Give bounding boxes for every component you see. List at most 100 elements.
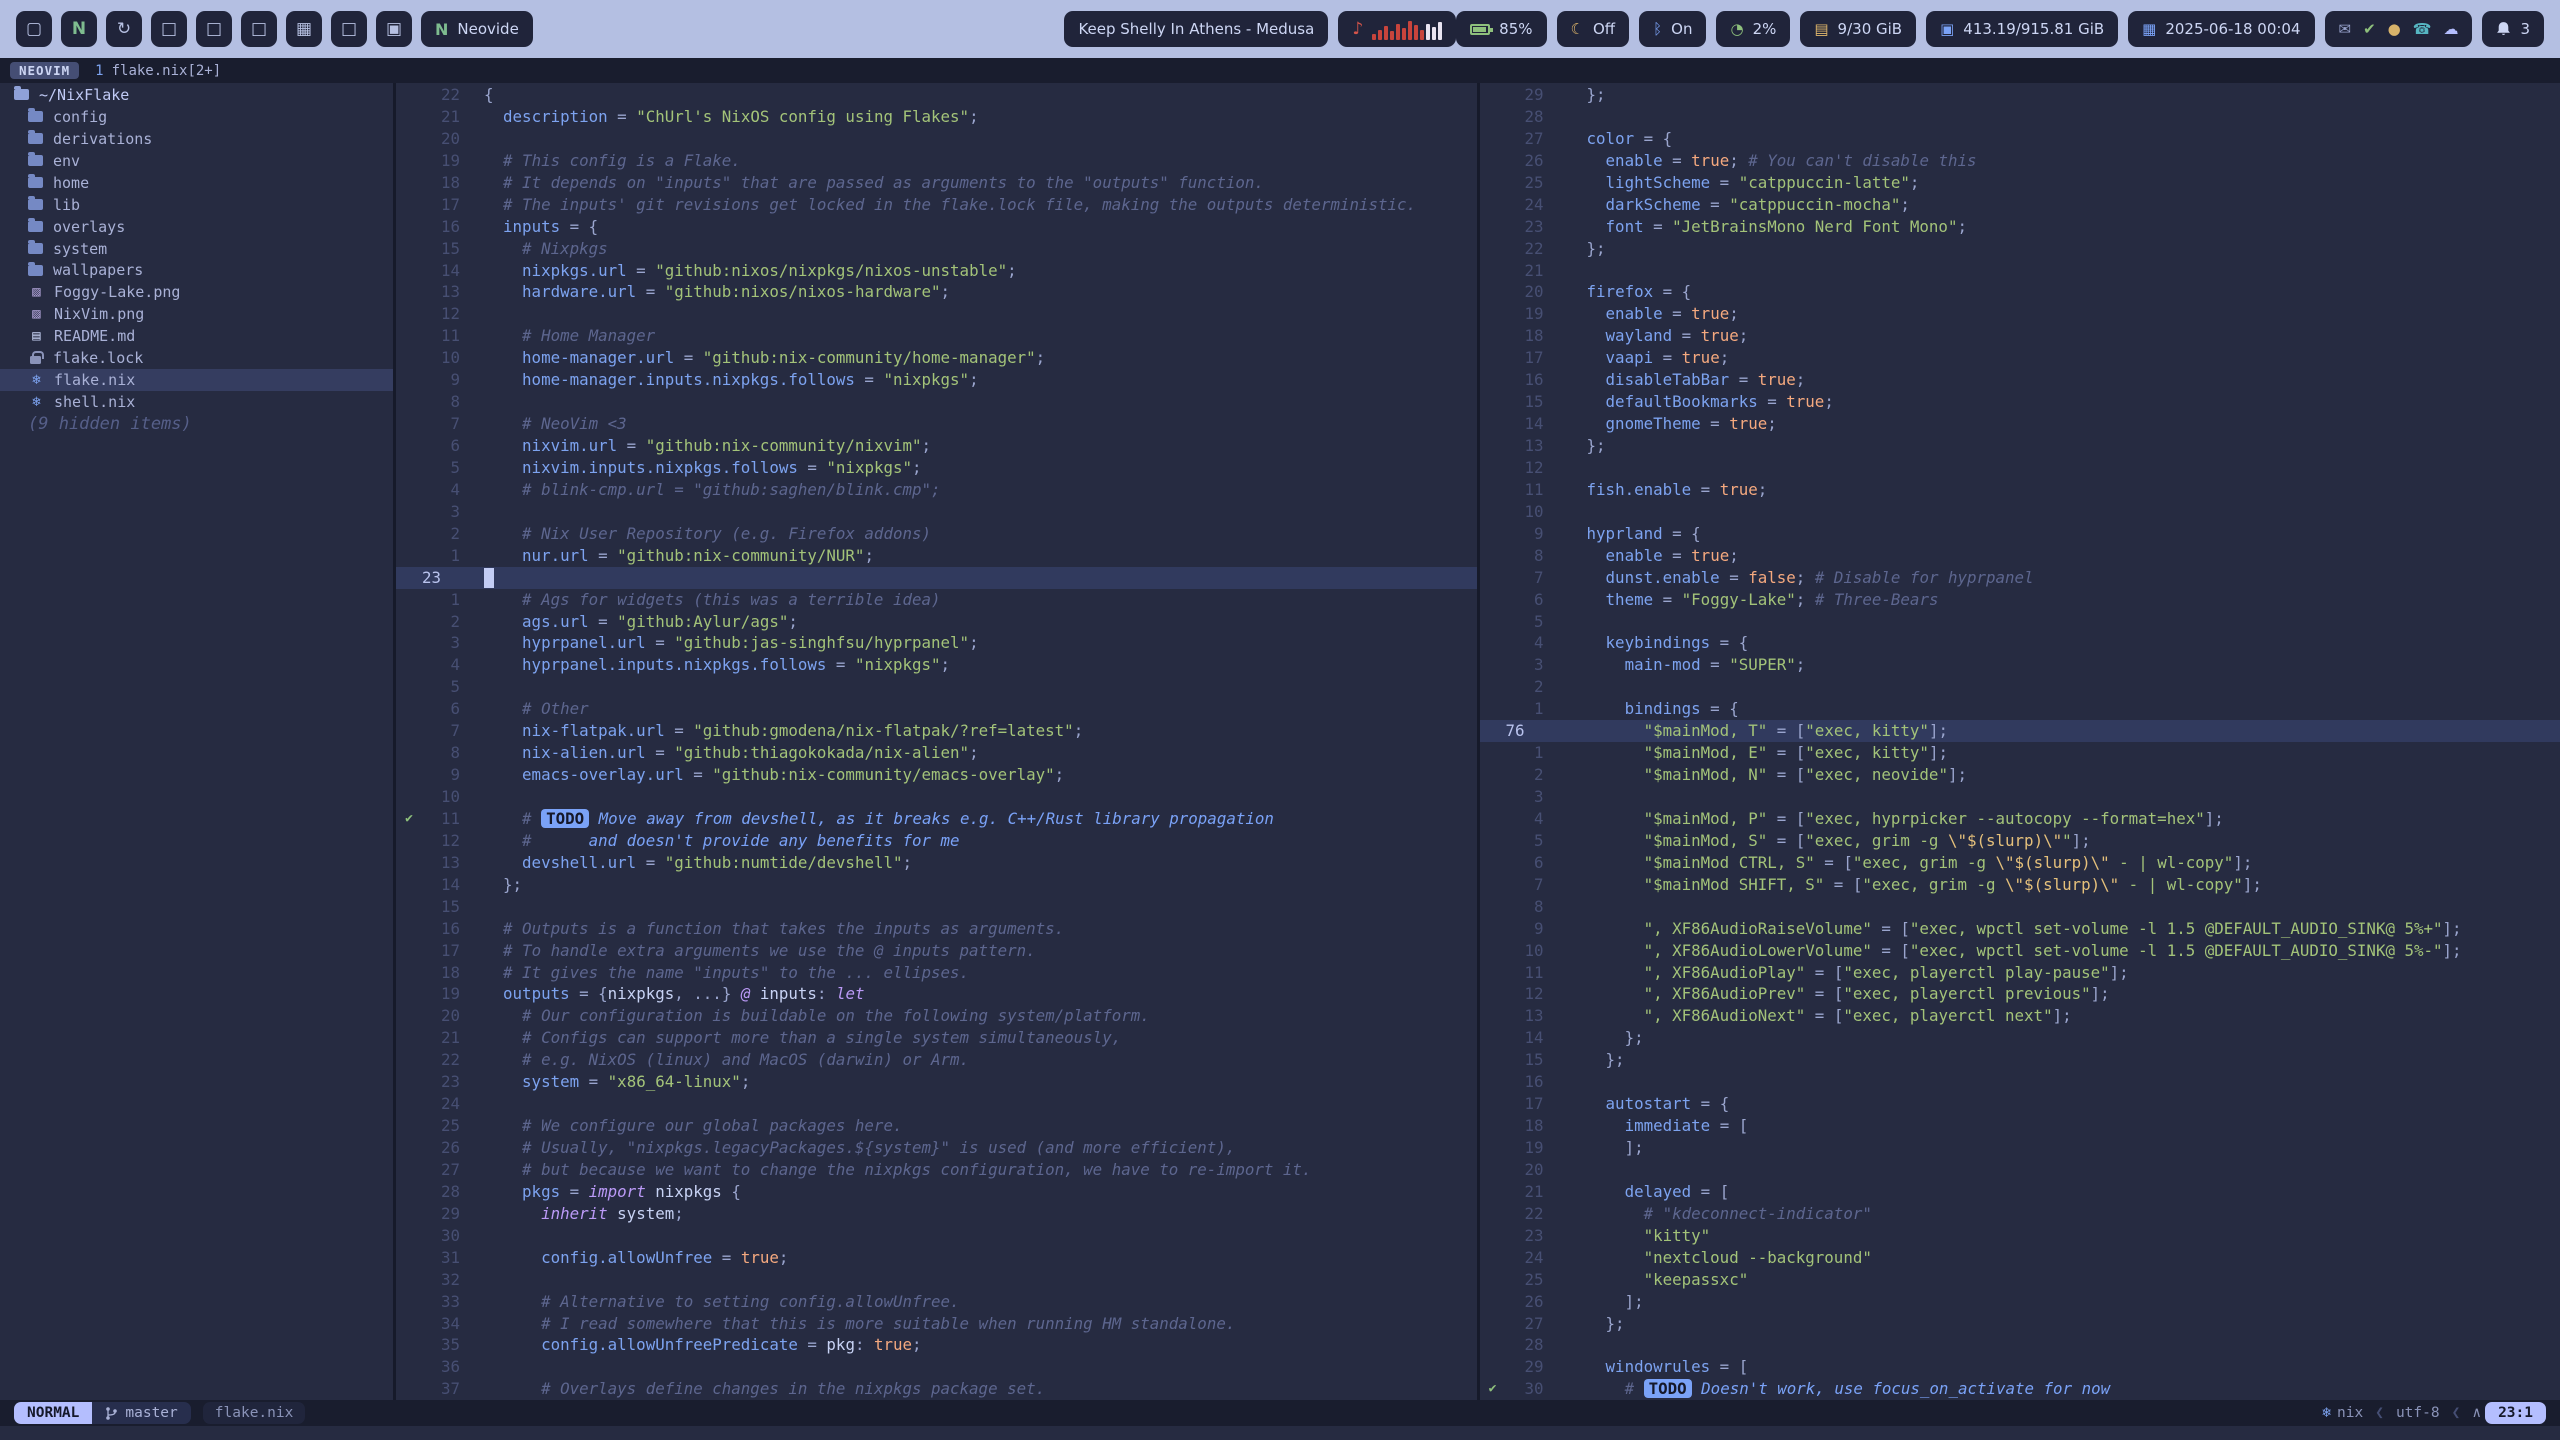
workspace-refresh-icon[interactable]: ↻ <box>106 11 142 47</box>
left-code-line[interactable]: 22{ <box>396 84 1477 106</box>
right-code-line[interactable]: 23 font = "JetBrainsMono Nerd Font Mono"… <box>1480 216 2560 238</box>
right-code-line[interactable]: 6 "$mainMod CTRL, S" = ["exec, grim -g \… <box>1480 852 2560 874</box>
clock-module[interactable]: ▦ 2025-06-18 00:04 <box>2128 11 2314 47</box>
right-code-line[interactable]: 25 lightScheme = "catppuccin-latte"; <box>1480 172 2560 194</box>
right-code-line[interactable]: 24 "nextcloud --background" <box>1480 1247 2560 1269</box>
left-code-line[interactable]: 6 nixvim.url = "github:nix-community/nix… <box>396 435 1477 457</box>
left-code-line[interactable]: 3 <box>396 501 1477 523</box>
right-code-line[interactable]: 9 hyprland = { <box>1480 523 2560 545</box>
tree-item--nixflake[interactable]: ~/NixFlake <box>0 84 393 106</box>
buffer-tab[interactable]: 1 flake.nix[2+] <box>95 63 221 79</box>
left-code-line[interactable]: 20 # Our configuration is buildable on t… <box>396 1005 1477 1027</box>
right-code-line[interactable]: 16 <box>1480 1071 2560 1093</box>
right-code-line[interactable]: 9 ", XF86AudioRaiseVolume" = ["exec, wpc… <box>1480 918 2560 940</box>
left-code-line[interactable]: 19 # This config is a Flake. <box>396 150 1477 172</box>
left-code-line[interactable]: 12 <box>396 303 1477 325</box>
right-code-line[interactable]: 8 <box>1480 896 2560 918</box>
right-code-line[interactable]: 10 ", XF86AudioLowerVolume" = ["exec, wp… <box>1480 940 2560 962</box>
left-code-line[interactable]: 25 # We configure our global packages he… <box>396 1115 1477 1137</box>
workspace-monitor-icon[interactable]: ▢ <box>16 11 52 47</box>
disk-module[interactable]: ▣ 413.19/915.81 GiB <box>1926 11 2118 47</box>
left-code-line[interactable]: 21 description = "ChUrl's NixOS config u… <box>396 106 1477 128</box>
left-code-line[interactable]: 21 # Configs can support more than a sin… <box>396 1027 1477 1049</box>
left-code-line[interactable]: 8 nix-alien.url = "github:thiagokokada/n… <box>396 742 1477 764</box>
left-code-line[interactable]: 37 # Overlays define changes in the nixp… <box>396 1378 1477 1400</box>
right-code-line[interactable]: 26 enable = true; # You can't disable th… <box>1480 150 2560 172</box>
tree-item-env[interactable]: env <box>0 150 393 172</box>
left-code-line[interactable]: 29 inherit system; <box>396 1203 1477 1225</box>
left-code-line[interactable]: 34 # I read somewhere that this is more … <box>396 1313 1477 1335</box>
right-code-line[interactable]: 22 }; <box>1480 238 2560 260</box>
left-code-line[interactable]: 17 # The inputs' git revisions get locke… <box>396 194 1477 216</box>
right-code-line[interactable]: 12 ", XF86AudioPrev" = ["exec, playerctl… <box>1480 983 2560 1005</box>
left-code-line[interactable]: 11 # Home Manager <box>396 325 1477 347</box>
right-code-line[interactable]: 10 <box>1480 501 2560 523</box>
right-code-line[interactable]: 6 theme = "Foggy-Lake"; # Three-Bears <box>1480 589 2560 611</box>
right-code-line[interactable]: 19 ]; <box>1480 1137 2560 1159</box>
left-code-line[interactable]: 30 <box>396 1225 1477 1247</box>
right-code-line[interactable]: 7 dunst.enable = false; # Disable for hy… <box>1480 567 2560 589</box>
left-code-line[interactable]: 28 pkgs = import nixpkgs { <box>396 1181 1477 1203</box>
bluetooth-module[interactable]: ᛒ On <box>1639 11 1706 47</box>
left-code-line[interactable]: 10 home-manager.url = "github:nix-commun… <box>396 347 1477 369</box>
right-code-line[interactable]: 19 enable = true; <box>1480 303 2560 325</box>
tree-item-shell-nix[interactable]: ❄shell.nix <box>0 391 393 413</box>
right-code-line[interactable]: 8 enable = true; <box>1480 545 2560 567</box>
right-code-line[interactable]: 28 <box>1480 1334 2560 1356</box>
left-code-line[interactable]: 1 # Ags for widgets (this was a terrible… <box>396 589 1477 611</box>
right-code-line[interactable]: 16 disableTabBar = true; <box>1480 369 2560 391</box>
left-code-line[interactable]: 23 <box>396 567 1477 589</box>
left-code-line[interactable]: 13 hardware.url = "github:nixos/nixos-ha… <box>396 281 1477 303</box>
idle-inhibitor-module[interactable]: ☾ Off <box>1557 11 1630 47</box>
right-code-line[interactable]: 25 "keepassxc" <box>1480 1269 2560 1291</box>
phone-icon[interactable]: ☎ <box>2413 20 2432 38</box>
right-code-line[interactable]: 29 windowrules = [ <box>1480 1356 2560 1378</box>
left-code-line[interactable]: 16 # Outputs is a function that takes th… <box>396 918 1477 940</box>
left-code-line[interactable]: 36 <box>396 1356 1477 1378</box>
left-code-line[interactable]: 16 inputs = { <box>396 216 1477 238</box>
left-code-line[interactable]: 27 # but because we want to change the n… <box>396 1159 1477 1181</box>
tree-item-home[interactable]: home <box>0 172 393 194</box>
right-code-line[interactable]: 28 <box>1480 106 2560 128</box>
tree-item-flake-lock[interactable]: flake.lock <box>0 347 393 369</box>
dot-icon[interactable]: ● <box>2388 20 2401 38</box>
media-visualizer-pill[interactable]: ♪ <box>1338 11 1456 47</box>
right-code-line[interactable]: 13 }; <box>1480 435 2560 457</box>
left-code-line[interactable]: 24 <box>396 1093 1477 1115</box>
tree-item-flake-nix[interactable]: ❄flake.nix <box>0 369 393 391</box>
right-code-line[interactable]: 26 ]; <box>1480 1291 2560 1313</box>
left-code-line[interactable]: 4 hyprpanel.inputs.nixpkgs.follows = "ni… <box>396 654 1477 676</box>
right-code-line[interactable]: 18 wayland = true; <box>1480 325 2560 347</box>
left-code-line[interactable]: 5 <box>396 676 1477 698</box>
left-code-line[interactable]: 26 # Usually, "nixpkgs.legacyPackages.${… <box>396 1137 1477 1159</box>
left-code-line[interactable]: 1 nur.url = "github:nix-community/NUR"; <box>396 545 1477 567</box>
left-code-line[interactable]: 8 <box>396 391 1477 413</box>
active-app-pill[interactable]: N Neovide <box>421 11 533 47</box>
right-code-line[interactable]: 20 <box>1480 1159 2560 1181</box>
check-icon[interactable]: ✔ <box>2363 20 2376 38</box>
left-code-line[interactable]: 18 # It depends on "inputs" that are pas… <box>396 172 1477 194</box>
right-code-line[interactable]: 1 bindings = { <box>1480 698 2560 720</box>
memory-module[interactable]: ▤ 9/30 GiB <box>1800 11 1916 47</box>
workspace-window-filled-icon[interactable]: ▣ <box>376 11 412 47</box>
cloud-icon[interactable]: ☁ <box>2443 20 2458 38</box>
right-code-line[interactable]: 21 delayed = [ <box>1480 1181 2560 1203</box>
left-code-line[interactable]: 32 <box>396 1269 1477 1291</box>
right-code-line[interactable]: 27 }; <box>1480 1313 2560 1335</box>
right-code-line[interactable]: 3 main-mod = "SUPER"; <box>1480 654 2560 676</box>
workspace-window-icon[interactable]: □ <box>241 11 277 47</box>
right-code-line[interactable]: 17 autostart = { <box>1480 1093 2560 1115</box>
left-code-line[interactable]: 31 config.allowUnfree = true; <box>396 1247 1477 1269</box>
right-code-line[interactable]: 2 "$mainMod, N" = ["exec, neovide"]; <box>1480 764 2560 786</box>
left-code-line[interactable]: 2 ags.url = "github:Aylur/ags"; <box>396 611 1477 633</box>
right-code-line[interactable]: 17 vaapi = true; <box>1480 347 2560 369</box>
right-code-line[interactable]: 22 # "kdeconnect-indicator" <box>1480 1203 2560 1225</box>
right-code-line[interactable]: 4 keybindings = { <box>1480 632 2560 654</box>
workspace-window-icon[interactable]: □ <box>151 11 187 47</box>
right-code-line[interactable]: 5 <box>1480 611 2560 633</box>
right-code-line[interactable]: 24 darkScheme = "catppuccin-mocha"; <box>1480 194 2560 216</box>
notifications-module[interactable]: 3 <box>2482 11 2544 47</box>
command-line[interactable] <box>0 1426 2560 1440</box>
tree-item-nixvim-png[interactable]: ▨NixVim.png <box>0 303 393 325</box>
left-code-line[interactable]: 13 devshell.url = "github:numtide/devshe… <box>396 852 1477 874</box>
